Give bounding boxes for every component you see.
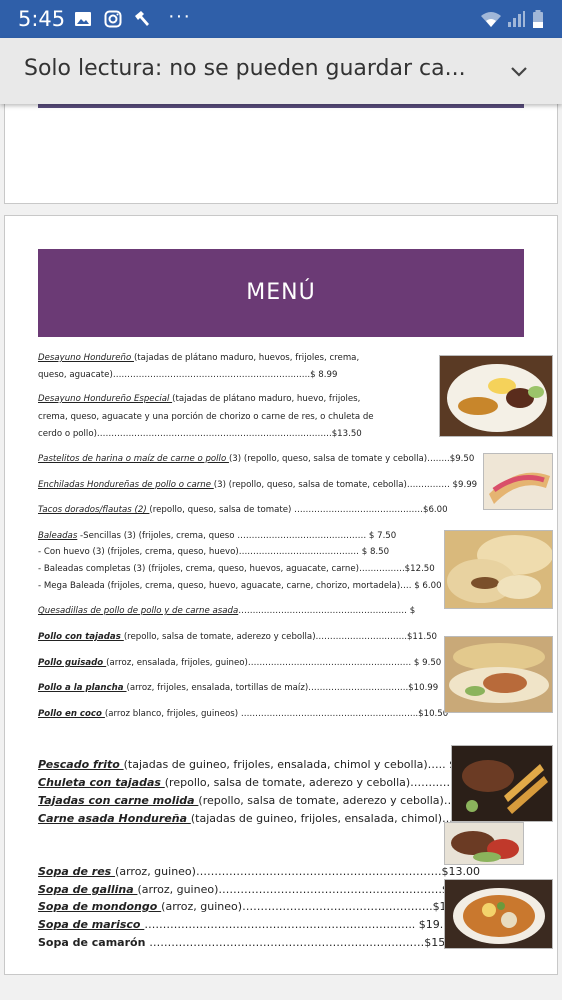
item-desc: (3) (repollo, queso, salsa de tomate y c… bbox=[228, 454, 475, 464]
menu-item: Pollo en coco (arroz blanco, frijoles, g… bbox=[38, 709, 448, 719]
item-desc: (arroz blanco, frijoles, guineos) ………………… bbox=[104, 709, 449, 719]
item-desc: (arroz, guineo)…………………………………………………….$12.… bbox=[137, 883, 481, 896]
item-desc: (arroz, guineo)…………………………………………….$13.00 bbox=[161, 900, 472, 913]
item-desc: (repollo, queso, salsa de tomate) ………………… bbox=[149, 505, 448, 515]
menu-item: crema, queso, aguacate y una porción de … bbox=[38, 412, 374, 422]
menu-item: - Baleadas completas (3) (frijoles, crem… bbox=[38, 564, 435, 574]
read-only-banner[interactable]: Solo lectura: no se pueden guardar ca... bbox=[0, 38, 562, 104]
item-desc: cerdo o pollo)……………………………………………………………………… bbox=[38, 429, 362, 439]
instagram-icon bbox=[104, 10, 122, 28]
item-desc: (tajadas de plátano maduro, huevo, frijo… bbox=[172, 394, 361, 404]
hammer-icon bbox=[135, 11, 149, 26]
item-desc: - Baleadas completas (3) (frijoles, crem… bbox=[38, 564, 435, 574]
item-name: Carne asada Hondureña bbox=[38, 812, 191, 825]
item-name: Sopa de mondongo bbox=[38, 900, 162, 913]
menu-item: Pollo guisado (arroz, ensalada, frijoles… bbox=[38, 658, 441, 668]
sopa-photo bbox=[444, 879, 553, 949]
item-name: Desayuno Hondureño bbox=[38, 353, 134, 363]
item-name: Pollo a la plancha bbox=[38, 683, 127, 693]
menu-item: Desayuno Hondureño (tajadas de plátano m… bbox=[38, 353, 359, 363]
menu-item: Sopa de camarón ………………………………………………………………… bbox=[38, 936, 463, 949]
menu-item: Enchiladas Hondureñas de pollo o carne (… bbox=[38, 480, 477, 490]
item-name: Pescado frito bbox=[38, 758, 124, 771]
menu-item: Pollo con tajadas (repollo, salsa de tom… bbox=[38, 632, 437, 642]
item-name: Sopa de res bbox=[38, 865, 116, 878]
item-name: Quesadillas de pollo de pollo y de carne… bbox=[38, 606, 239, 616]
item-desc: - Mega Baleada (frijoles, crema, queso, … bbox=[38, 581, 442, 591]
item-desc: (repollo, salsa de tomate, aderezo y ceb… bbox=[123, 632, 438, 642]
pescado-photo bbox=[451, 745, 553, 822]
item-desc: (arroz, guineo)………………………………………………………….$1… bbox=[115, 865, 480, 878]
menu-item: - Con huevo (3) (frijoles, crema, queso,… bbox=[38, 547, 389, 557]
item-name: Sopa de gallina bbox=[38, 883, 138, 896]
menu-item: Desayuno Hondureño Especial (tajadas de … bbox=[38, 394, 360, 404]
image-icon bbox=[75, 12, 91, 26]
item-name: Pollo con tajadas bbox=[38, 632, 124, 642]
menu-item: Pollo a la plancha (arroz, frijoles, ens… bbox=[38, 683, 438, 693]
page-gap bbox=[0, 984, 562, 1000]
item-name: Sopa de camarón bbox=[38, 936, 150, 949]
item-desc: …………………………………………………………………$15.00 bbox=[149, 936, 463, 949]
menu-item: Tacos dorados/flautas (2) (repollo, ques… bbox=[38, 505, 448, 515]
carne-asada-photo bbox=[444, 822, 524, 865]
banner-title: Solo lectura: no se pueden guardar ca... bbox=[24, 56, 466, 81]
item-desc: queso, aguacate)……………………………………………………….….… bbox=[38, 370, 338, 380]
pastelitos-photo bbox=[483, 453, 553, 510]
menu-item: queso, aguacate)……………………………………………………….….… bbox=[38, 370, 337, 380]
breakfast-photo bbox=[439, 355, 553, 437]
item-desc: crema, queso, aguacate y una porción de … bbox=[38, 412, 374, 422]
status-bar: 5:45 ··· bbox=[0, 0, 562, 38]
menu-item: Pastelitos de harina o maíz de carne o p… bbox=[38, 454, 474, 464]
document-page-previous bbox=[4, 90, 558, 204]
item-name: Sopa de marisco bbox=[38, 918, 145, 931]
item-desc: - Con huevo (3) (frijoles, crema, queso,… bbox=[38, 547, 390, 557]
battery-icon bbox=[533, 10, 543, 28]
item-desc: (tajadas de plátano maduro, huevos, frij… bbox=[133, 353, 360, 363]
item-desc: ……..…………………………………………… $ bbox=[238, 606, 416, 616]
pollo-photo bbox=[444, 636, 553, 713]
item-name: Pastelitos de harina o maíz de carne o p… bbox=[38, 454, 229, 464]
menu-item: Quesadillas de pollo de pollo y de carne… bbox=[38, 606, 415, 616]
item-desc: (repollo, salsa de tomate, aderezo y ceb… bbox=[164, 776, 493, 789]
chevron-down-icon[interactable] bbox=[508, 60, 530, 82]
item-desc: (tajadas de guineo, frijoles, ensalada, … bbox=[123, 758, 488, 771]
document-page-menu: MENÚ Desayuno Hondureño (tajadas de plát… bbox=[4, 215, 558, 975]
item-desc: ……………………………………………………………….. $19.00 bbox=[144, 918, 458, 931]
menu-item: - Mega Baleada (frijoles, crema, queso, … bbox=[38, 581, 442, 591]
item-name: Chuleta con tajadas bbox=[38, 776, 165, 789]
baleadas-photo bbox=[444, 530, 553, 609]
more-dots-icon: ··· bbox=[168, 5, 191, 27]
item-name: Tacos dorados/flautas (2) bbox=[38, 505, 150, 515]
menu-item: Carne asada Hondureña (tajadas de guineo… bbox=[38, 812, 495, 825]
clock: 5:45 bbox=[18, 7, 66, 31]
menu-item: Tajadas con carne molida (repollo, salsa… bbox=[38, 794, 493, 807]
menu-item: Sopa de res (arroz, guineo)…………………………………… bbox=[38, 865, 480, 878]
menu-item: Sopa de gallina (arroz, guineo)………………………… bbox=[38, 883, 480, 896]
menu-item: Sopa de marisco ………………………………………………………………… bbox=[38, 918, 457, 931]
menu-item: Sopa de mondongo (arroz, guineo)……………………… bbox=[38, 900, 471, 913]
item-name: Pollo guisado bbox=[38, 658, 107, 668]
item-name: Tajadas con carne molida bbox=[38, 794, 199, 807]
item-desc: (3) (repollo, queso, salsa de tomate, ce… bbox=[213, 480, 478, 490]
menu-item: Chuleta con tajadas (repollo, salsa de t… bbox=[38, 776, 492, 789]
signal-icon bbox=[508, 11, 525, 27]
item-name: Enchiladas Hondureñas de pollo o carne bbox=[38, 480, 214, 490]
menu-item: Pescado frito (tajadas de guineo, frijol… bbox=[38, 758, 488, 771]
menu-banner: MENÚ bbox=[38, 249, 524, 337]
wifi-icon bbox=[481, 12, 501, 27]
item-desc: (repollo, salsa de tomate, aderezo y ceb… bbox=[198, 794, 494, 807]
item-name: Pollo en coco bbox=[38, 709, 105, 719]
item-desc: (arroz, frijoles, ensalada, tortillas de… bbox=[126, 683, 439, 693]
item-name: Desayuno Hondureño Especial bbox=[38, 394, 173, 404]
item-name: Baleadas bbox=[38, 531, 78, 541]
menu-item: cerdo o pollo)……………………………………………………………………… bbox=[38, 429, 362, 439]
item-desc: (arroz, ensalada, frijoles, guineo)……………… bbox=[106, 658, 442, 668]
item-desc: -Sencillas (3) (frijoles, crema, queso …… bbox=[77, 531, 397, 541]
menu-item: Baleadas -Sencillas (3) (frijoles, crema… bbox=[38, 531, 396, 541]
